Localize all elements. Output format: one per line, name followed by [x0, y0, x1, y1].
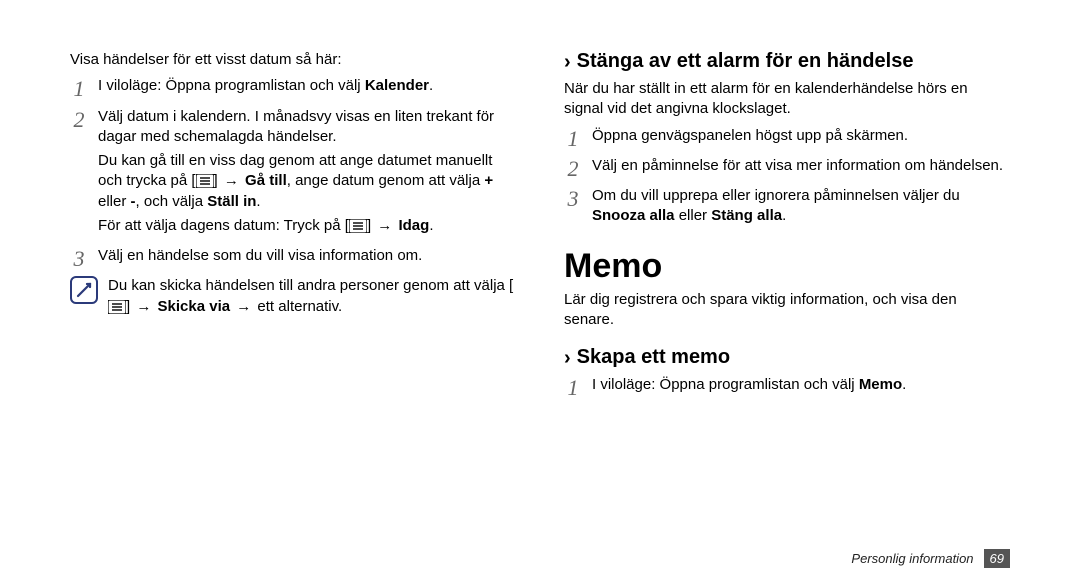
- text: .: [782, 207, 786, 224]
- step-number: 1: [70, 76, 88, 100]
- note-body: Du kan skicka händelsen till andra perso…: [108, 276, 516, 317]
- step-1: 1 I viloläge: Öppna programlistan och vä…: [564, 375, 1010, 399]
- step-number: 3: [564, 186, 582, 210]
- bold-stall-in: Ställ in: [207, 193, 256, 210]
- text: För att välja dagens datum: Tryck på [: [98, 217, 349, 234]
- step-body: Välj en påminnelse för att visa mer info…: [592, 156, 1003, 180]
- menu-icon: [349, 219, 367, 233]
- arrow-icon: →: [230, 298, 257, 315]
- text: Öppna genvägspanelen högst upp på skärme…: [592, 126, 908, 146]
- text: Du kan skicka händelsen till andra perso…: [108, 277, 513, 294]
- note: Du kan skicka händelsen till andra perso…: [70, 276, 516, 317]
- step-1: 1 Öppna genvägspanelen högst upp på skär…: [564, 126, 1010, 150]
- right-column: › Stänga av ett alarm för en händelse Nä…: [564, 50, 1010, 405]
- bold-stang: Stäng alla: [711, 207, 782, 224]
- intro-text: Visa händelser för ett visst datum så hä…: [70, 50, 516, 70]
- arrow-icon: →: [134, 298, 153, 315]
- step-3: 3 Om du vill upprepa eller ignorera påmi…: [564, 186, 1010, 231]
- text: I viloläge: Öppna programlistan och välj: [592, 376, 859, 393]
- text: .: [256, 193, 260, 210]
- text: Välj en händelse som du vill visa inform…: [98, 246, 422, 266]
- text: Om du vill upprepa eller ignorera påminn…: [592, 187, 960, 204]
- memo-body: Lär dig registrera och spara viktig info…: [564, 290, 1010, 331]
- step-2: 2 Välj en påminnelse för att visa mer in…: [564, 156, 1010, 180]
- text: , och välja: [136, 193, 208, 210]
- step-number: 2: [564, 156, 582, 180]
- heading-text: Skapa ett memo: [577, 346, 730, 369]
- section-heading-memo: Memo: [564, 247, 1010, 286]
- bold-skicka-via: Skicka via: [153, 298, 230, 315]
- step-body: Välj en händelse som du vill visa inform…: [98, 246, 422, 270]
- text: eller: [98, 193, 131, 210]
- note-icon: [70, 276, 98, 304]
- step-number: 2: [70, 107, 88, 131]
- menu-icon: [108, 300, 126, 314]
- bold-ga-till: Gå till: [241, 172, 287, 189]
- text: .: [902, 376, 906, 393]
- text: Välj datum i kalendern. I månadsvy visas…: [98, 107, 516, 148]
- text: eller: [675, 207, 712, 224]
- step-body: I viloläge: Öppna programlistan och välj…: [592, 375, 906, 399]
- text: Välj en påminnelse för att visa mer info…: [592, 156, 1003, 176]
- text: .: [429, 77, 433, 94]
- step-2: 2 Välj datum i kalendern. I månadsvy vis…: [70, 107, 516, 241]
- step-body: Om du vill upprepa eller ignorera påminn…: [592, 186, 1010, 231]
- bold-kalender: Kalender: [365, 77, 429, 94]
- left-column: Visa händelser för ett visst datum så hä…: [70, 50, 516, 405]
- text: , ange datum genom att välja: [287, 172, 485, 189]
- close-body: När du har ställt in ett alarm för en ka…: [564, 79, 1010, 120]
- step-3: 3 Välj en händelse som du vill visa info…: [70, 246, 516, 270]
- bold-memo: Memo: [859, 376, 902, 393]
- text: ett alternativ.: [257, 298, 342, 315]
- menu-icon: [196, 174, 214, 188]
- heading-text: Stänga av ett alarm för en händelse: [577, 50, 914, 73]
- bold-idag: Idag: [394, 217, 429, 234]
- text: .: [429, 217, 433, 234]
- chevron-right-icon: ›: [564, 51, 571, 74]
- text: I viloläge: Öppna programlistan och välj: [98, 77, 365, 94]
- arrow-icon: →: [222, 172, 241, 189]
- bold-snooza: Snooza alla: [592, 207, 675, 224]
- step-body: Välj datum i kalendern. I månadsvy visas…: [98, 107, 516, 241]
- step-body: Öppna genvägspanelen högst upp på skärme…: [592, 126, 908, 150]
- page-body: Visa händelser för ett visst datum så hä…: [0, 0, 1080, 445]
- step-body: I viloläge: Öppna programlistan och välj…: [98, 76, 433, 100]
- text: ]: [214, 172, 222, 189]
- footer-label: Personlig information: [851, 551, 973, 566]
- arrow-icon: →: [375, 217, 394, 234]
- page-footer: Personlig information 69: [851, 549, 1010, 568]
- step-number: 1: [564, 126, 582, 150]
- bold-plus: +: [484, 172, 493, 189]
- chevron-right-icon: ›: [564, 347, 571, 370]
- step-1: 1 I viloläge: Öppna programlistan och vä…: [70, 76, 516, 100]
- section-heading-create-memo: › Skapa ett memo: [564, 346, 1010, 369]
- step-number: 3: [70, 246, 88, 270]
- step-number: 1: [564, 375, 582, 399]
- page-number: 69: [984, 549, 1010, 568]
- section-heading-close-alarm: › Stänga av ett alarm för en händelse: [564, 50, 1010, 73]
